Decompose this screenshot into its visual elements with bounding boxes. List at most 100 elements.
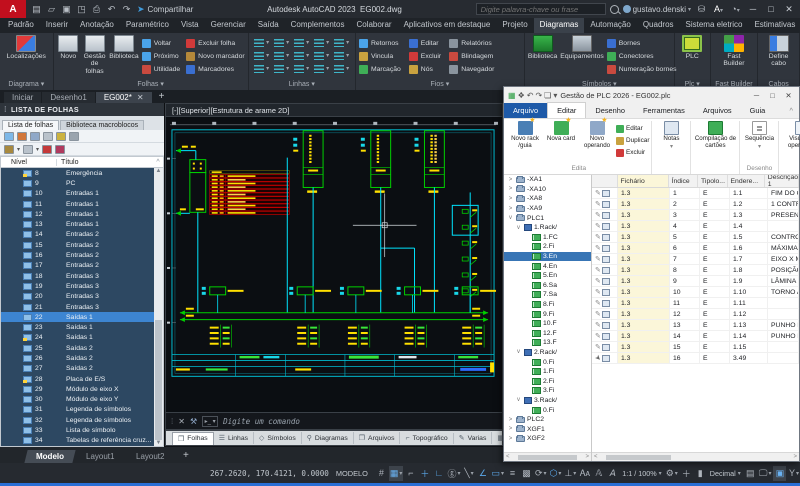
template-icon[interactable] [4, 145, 14, 154]
dynamic-input-icon[interactable]: ＋ [418, 466, 431, 481]
file-tab-close-icon[interactable]: ✕ [137, 93, 144, 102]
ribbon-btn-marca-o[interactable]: Marcação [359, 63, 401, 76]
ribbon-tab-quadros[interactable]: Quadros [637, 18, 680, 33]
filter-icon[interactable]: Y▾ [787, 466, 800, 481]
sheet-row[interactable]: 14Entradas 2 [1, 230, 154, 240]
plc-tab-ferramentas[interactable]: Ferramentas [634, 103, 694, 118]
plc-undo-icon[interactable]: ↶ [527, 91, 534, 100]
biblioteca-folhas-button[interactable]: Biblioteca [109, 35, 138, 60]
ribbon-btn-conectores[interactable]: Conectores [607, 50, 677, 63]
plc-btn-editar[interactable]: Editar [616, 123, 649, 134]
biblioteca-simbolos-button[interactable]: Biblioteca [528, 35, 557, 60]
ribbon-btn-relat-rios[interactable]: Relatórios [449, 37, 494, 50]
sheet-panel-titlebar[interactable]: ⁞ LISTA DE FOLHAS [0, 103, 164, 116]
reorder-sheets-icon[interactable] [17, 132, 27, 141]
ribbon-btn-excluir-folha[interactable]: Excluir folha [186, 37, 244, 50]
tree-expand-icon[interactable]: > [507, 206, 514, 212]
plc-app-icon[interactable]: ▦ [508, 91, 516, 100]
ribbon-btn-marcadores[interactable]: Marcadores [186, 63, 244, 76]
sheet-row[interactable]: 13Entradas 1 [1, 219, 154, 229]
drawing-tab-topogr-fico[interactable]: ⌐Topográfico [400, 433, 453, 444]
sheet-row[interactable]: 26Saídas 2 [1, 353, 154, 363]
monitor-icon[interactable]: 🖵▾ [758, 466, 773, 481]
plc-tree-item-12-f[interactable]: 12.F [504, 329, 591, 339]
column-nivel[interactable]: Nível [1, 159, 57, 166]
file-tab-eg002[interactable]: EG002*✕ [96, 92, 152, 103]
sheet-row[interactable]: 25Saídas 2 [1, 343, 154, 353]
linhas-style-button[interactable]: ▾ [252, 62, 272, 75]
tree-expand-icon[interactable]: v [515, 225, 522, 231]
sheet-list-scrollbar[interactable]: ▲ ▼ [154, 168, 163, 446]
command-placeholder[interactable]: Digite um comando [223, 417, 300, 426]
linhas-style-button[interactable]: ▾ [312, 49, 332, 62]
column-titulo[interactable]: Título [57, 159, 153, 166]
close-button[interactable]: ✕ [782, 4, 796, 15]
osnap-tracking-icon[interactable]: ∠ [476, 466, 489, 481]
gestao-folhas-button[interactable]: Gestão de folhas [83, 35, 106, 75]
plc-tree-hscroll[interactable]: <> [504, 452, 591, 461]
sequencia-button[interactable]: ≣Sequência▾ [742, 121, 776, 150]
plc-table-row[interactable]: ✎1.38E1.8POSIÇÃO 1 LÂMINA [592, 265, 799, 276]
plc-table-row[interactable]: ➤1.316E3.49 [592, 353, 799, 364]
drawing-canvas[interactable] [165, 117, 503, 412]
plc-table-row[interactable]: ✎1.32E1.21 CONTRA-MODELO D [592, 199, 799, 210]
isolate-icon[interactable]: ▮ [694, 466, 707, 481]
linhas-style-button[interactable]: ▾ [332, 62, 352, 75]
new-tab-button[interactable]: + [153, 90, 171, 103]
panel-label-folhas[interactable]: Folhas ▾ [54, 79, 248, 90]
linhas-style-button[interactable]: ▾ [272, 36, 292, 49]
plc-btn-excluir[interactable]: Excluir [616, 147, 649, 158]
help-icon[interactable]: ◔▾ [729, 4, 742, 14]
plc-tab-editar[interactable]: Editar [547, 102, 586, 118]
plc-tree-item-0-fi[interactable]: 0.Fi [504, 405, 591, 415]
sheet-row[interactable]: 12Entradas 1 [1, 209, 154, 219]
plc-tree-item-plc1[interactable]: vPLC1 [504, 213, 591, 223]
sheet-row[interactable]: 9PC [1, 178, 154, 188]
plc-btn-nova-card[interactable]: Nova card [544, 121, 578, 150]
plc-tree-item-13-f[interactable]: 13.F [504, 338, 591, 348]
localizacoes-button[interactable]: Localizações [6, 35, 46, 60]
plc-table-row[interactable]: ✎1.314E1.14PUNHO DIREITO [592, 331, 799, 342]
sheet-row[interactable]: 20Entradas 3 [1, 292, 154, 302]
ribbon-btn-vincula[interactable]: Vincula [359, 50, 401, 63]
renumber-icon[interactable] [42, 145, 52, 154]
command-grip-icon[interactable]: ⁞ [171, 417, 173, 426]
sheet-row[interactable]: 30Módulo de eixo Y [1, 395, 154, 405]
linhas-style-button[interactable]: ▾ [312, 36, 332, 49]
open-icon[interactable]: ▱ [45, 4, 58, 15]
plc-tree-item-8-fi[interactable]: 8.Fi [504, 300, 591, 310]
fast-builder-button[interactable]: Fast Builder [716, 35, 752, 68]
plc-btn-duplicar[interactable]: Duplicar [616, 135, 649, 146]
app-store-icon[interactable]: ⛁ [695, 4, 708, 15]
linhas-style-button[interactable]: ▾ [312, 62, 332, 75]
linhas-style-button[interactable]: ▾ [252, 49, 272, 62]
linhas-style-button[interactable]: ▾ [272, 49, 292, 62]
compilacao-button[interactable]: Compilação de cartões [693, 121, 737, 150]
share-button[interactable]: ➤ Compartilhar [137, 4, 193, 15]
plc-table-row[interactable]: ✎1.36E1.6MÁXIMA EIXO X [592, 243, 799, 254]
notas-button[interactable]: Notas▾ [654, 121, 688, 150]
sheet-row[interactable]: 28Placa de E/S [1, 374, 154, 384]
plc-tree-item-1-rack[interactable]: v1.Rack/ [504, 223, 591, 233]
sheet-row[interactable]: 16Entradas 2 [1, 250, 154, 260]
ribbon-tab-estimativas[interactable]: Estimativas [748, 18, 800, 33]
export-sheet-icon[interactable] [23, 145, 33, 154]
linhas-style-button[interactable]: ▾ [272, 62, 292, 75]
3d-osnap-icon[interactable]: ⬡▾ [549, 466, 563, 481]
plc-tree-item-xa10[interactable]: >-XA10 [504, 185, 591, 195]
scroll-down-icon[interactable]: ▼ [156, 440, 162, 446]
ribbon-btn-bornes[interactable]: Bornes [607, 37, 677, 50]
plc-tree-item-4-en[interactable]: 4.En [504, 261, 591, 271]
polar-tracking-icon[interactable]: ⓖ▾ [446, 466, 461, 481]
ribbon-btn-retornos[interactable]: Retornos [359, 37, 401, 50]
model-space-label[interactable]: MODELO [336, 469, 368, 478]
drawing-tab-arquivos[interactable]: ❐Arquivos [354, 432, 401, 444]
ribbon-tab-diagramas[interactable]: Diagramas [534, 18, 585, 33]
object-snap-icon[interactable]: ▭▾ [490, 466, 505, 481]
print-sheet-icon[interactable] [69, 132, 79, 141]
visualizar-button[interactable]: ⌖Visualizar operandos▾ [781, 121, 800, 157]
grid-icon[interactable]: # [375, 466, 388, 481]
quick-properties-icon[interactable]: ▤ [744, 466, 757, 481]
tree-expand-icon[interactable]: > [507, 417, 514, 423]
ribbon-btn-excluir[interactable]: Excluir [409, 50, 441, 63]
